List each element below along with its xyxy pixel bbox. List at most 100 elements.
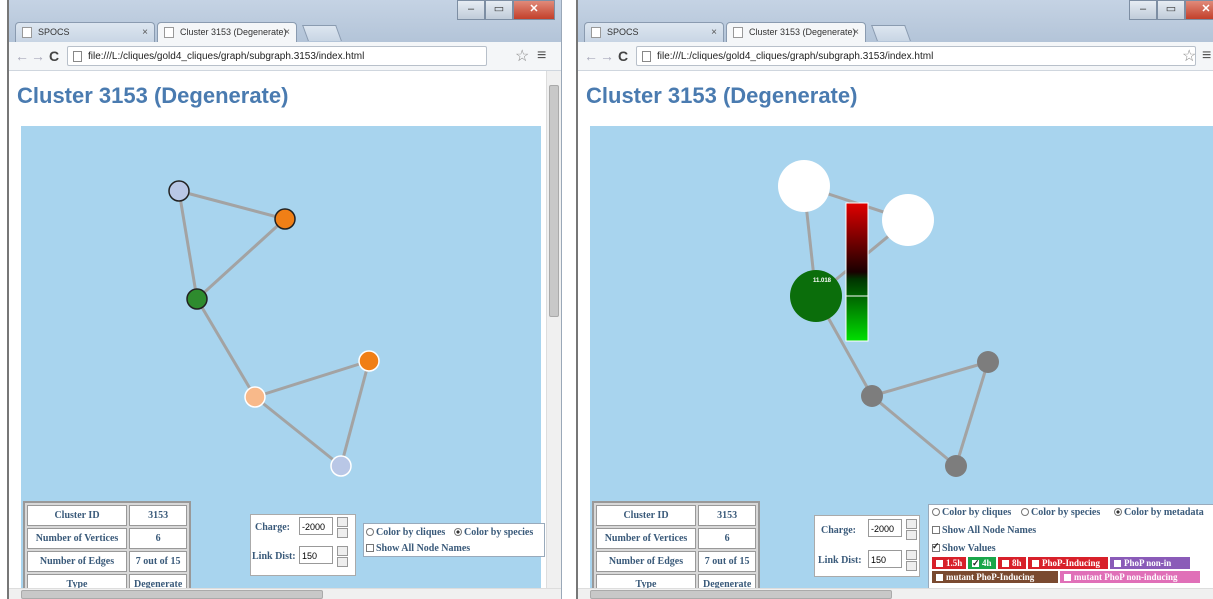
graph-node[interactable] xyxy=(945,455,967,477)
show-all-node-names-option[interactable]: Show All Node Names xyxy=(366,543,470,554)
graph-node[interactable] xyxy=(168,180,190,202)
charge-input[interactable]: -2000 xyxy=(868,519,902,537)
close-tab-icon[interactable]: × xyxy=(853,23,859,42)
graph-node[interactable] xyxy=(977,351,999,373)
link-dist-input[interactable]: 150 xyxy=(299,546,333,564)
link-dist-label: Link Dist: xyxy=(252,551,296,562)
color-by-species-option[interactable]: Color by species xyxy=(1021,507,1100,518)
metadata-badge-phop-inducing[interactable]: PhoP-Inducing xyxy=(1028,557,1108,569)
metadata-badge-phop-non-inducing[interactable]: PhoP non-in xyxy=(1110,557,1190,569)
close-tab-icon[interactable]: × xyxy=(284,23,290,42)
new-tab-button[interactable] xyxy=(871,25,911,41)
bookmark-star-icon[interactable]: ☆ xyxy=(1182,46,1196,66)
table-row: Number of Edges 7 out of 15 xyxy=(596,551,757,572)
back-icon[interactable]: ← xyxy=(584,48,598,64)
tab-cluster[interactable]: Cluster 3153 (Degenerate) × xyxy=(726,22,866,42)
menu-icon[interactable]: ≡ xyxy=(1202,47,1211,65)
scrollbar-thumb[interactable] xyxy=(21,590,323,599)
page-icon xyxy=(591,27,601,38)
metadata-checkbox[interactable] xyxy=(1032,560,1039,567)
charge-label: Charge: xyxy=(821,525,856,536)
table-row: Number of Vertices 6 xyxy=(27,528,188,549)
page-title: Cluster 3153 (Degenerate) xyxy=(17,83,289,108)
metadata-checkbox[interactable] xyxy=(1002,560,1009,567)
page-icon xyxy=(22,27,32,38)
color-by-cliques-radio[interactable] xyxy=(932,508,940,516)
metadata-checkbox[interactable] xyxy=(936,574,943,581)
show-values-checkbox[interactable] xyxy=(932,541,940,552)
window-controls: – ▭ ✕ xyxy=(1129,0,1213,20)
charge-input[interactable]: -2000 xyxy=(299,517,333,535)
maximize-icon[interactable]: ▭ xyxy=(485,0,513,20)
page-icon xyxy=(642,51,651,62)
heatmap-bar xyxy=(845,202,869,342)
right-browser-window: SPOCS × Cluster 3153 (Degenerate) × – ▭ … xyxy=(576,0,1213,599)
metadata-checkbox[interactable] xyxy=(936,560,943,567)
metadata-badge-4h[interactable]: 4h xyxy=(968,557,996,569)
metadata-checkbox[interactable] xyxy=(1064,574,1071,581)
bookmark-star-icon[interactable]: ☆ xyxy=(515,46,529,66)
graph-node[interactable] xyxy=(186,288,208,310)
reload-icon[interactable]: C xyxy=(49,48,59,64)
show-values-option[interactable]: Show Values xyxy=(932,541,996,554)
show-all-node-names-option[interactable]: Show All Node Names xyxy=(932,525,1036,536)
table-row: Number of Vertices 6 xyxy=(596,528,757,549)
maximize-icon[interactable]: ▭ xyxy=(1157,0,1185,20)
charge-stepper[interactable] xyxy=(337,517,348,538)
graph-node[interactable] xyxy=(274,208,296,230)
graph-node[interactable] xyxy=(882,194,934,246)
horizontal-scrollbar[interactable] xyxy=(578,588,1213,599)
close-tab-icon[interactable]: × xyxy=(711,23,717,42)
cluster-stats-table: Cluster ID 3153 Number of Vertices 6 Num… xyxy=(592,501,761,591)
color-by-metadata-option[interactable]: Color by metadata xyxy=(1114,507,1204,518)
color-by-species-radio[interactable] xyxy=(1021,508,1029,516)
graph-node[interactable] xyxy=(244,386,266,408)
charge-stepper[interactable] xyxy=(906,519,917,540)
color-by-species-option[interactable]: Color by species xyxy=(454,527,533,538)
graph-node[interactable] xyxy=(861,385,883,407)
reload-icon[interactable]: C xyxy=(618,48,628,64)
graph-node[interactable] xyxy=(330,455,352,477)
show-all-node-names-checkbox[interactable] xyxy=(932,526,940,534)
color-by-cliques-radio[interactable] xyxy=(366,528,374,536)
close-tab-icon[interactable]: × xyxy=(142,23,148,42)
forward-icon[interactable]: → xyxy=(600,48,614,64)
address-bar[interactable]: file:///L:/cliques/gold4_cliques/graph/s… xyxy=(636,46,1196,66)
metadata-badge-mutant-phop-inducing[interactable]: mutant PhoP-Inducing xyxy=(932,571,1058,583)
color-by-metadata-radio[interactable] xyxy=(1114,508,1122,516)
link-dist-input[interactable]: 150 xyxy=(868,550,902,568)
table-row: Cluster ID 3153 xyxy=(27,505,188,526)
metadata-checkbox[interactable] xyxy=(1114,560,1121,567)
metadata-checkbox[interactable] xyxy=(972,557,980,569)
metadata-badge-8h[interactable]: 8h xyxy=(998,557,1026,569)
graph-node[interactable] xyxy=(358,350,380,372)
close-icon[interactable]: ✕ xyxy=(1185,0,1213,20)
close-icon[interactable]: ✕ xyxy=(513,0,555,20)
title-bar: SPOCS × Cluster 3153 (Degenerate) × – ▭ … xyxy=(578,0,1213,42)
metadata-badge-1-5h[interactable]: 1.5h xyxy=(932,557,966,569)
vertical-scrollbar[interactable] xyxy=(546,71,561,589)
scrollbar-thumb[interactable] xyxy=(590,590,892,599)
menu-icon[interactable]: ≡ xyxy=(537,47,546,65)
scrollbar-thumb[interactable] xyxy=(549,85,559,317)
color-by-cliques-option[interactable]: Color by cliques xyxy=(932,507,1011,518)
back-icon[interactable]: ← xyxy=(15,48,29,64)
graph-node[interactable] xyxy=(778,160,830,212)
link-dist-stepper[interactable] xyxy=(337,546,348,567)
link-dist-stepper[interactable] xyxy=(906,550,917,571)
new-tab-button[interactable] xyxy=(302,25,342,41)
color-by-species-radio[interactable] xyxy=(454,528,462,536)
horizontal-scrollbar[interactable] xyxy=(9,588,561,599)
page-icon xyxy=(733,27,743,38)
minimize-icon[interactable]: – xyxy=(1129,0,1157,20)
address-bar[interactable]: file:///L:/cliques/gold4_cliques/graph/s… xyxy=(67,46,487,66)
minimize-icon[interactable]: – xyxy=(457,0,485,20)
metadata-badge-mutant-phop-non-inducing[interactable]: mutant PhoP non-inducing xyxy=(1060,571,1200,583)
table-row: Number of Edges 7 out of 15 xyxy=(27,551,188,572)
tab-spocs[interactable]: SPOCS × xyxy=(15,22,155,42)
show-all-node-names-checkbox[interactable] xyxy=(366,544,374,552)
tab-spocs[interactable]: SPOCS × xyxy=(584,22,724,42)
color-by-cliques-option[interactable]: Color by cliques xyxy=(366,527,445,538)
tab-cluster[interactable]: Cluster 3153 (Degenerate) × xyxy=(157,22,297,42)
forward-icon[interactable]: → xyxy=(31,48,45,64)
